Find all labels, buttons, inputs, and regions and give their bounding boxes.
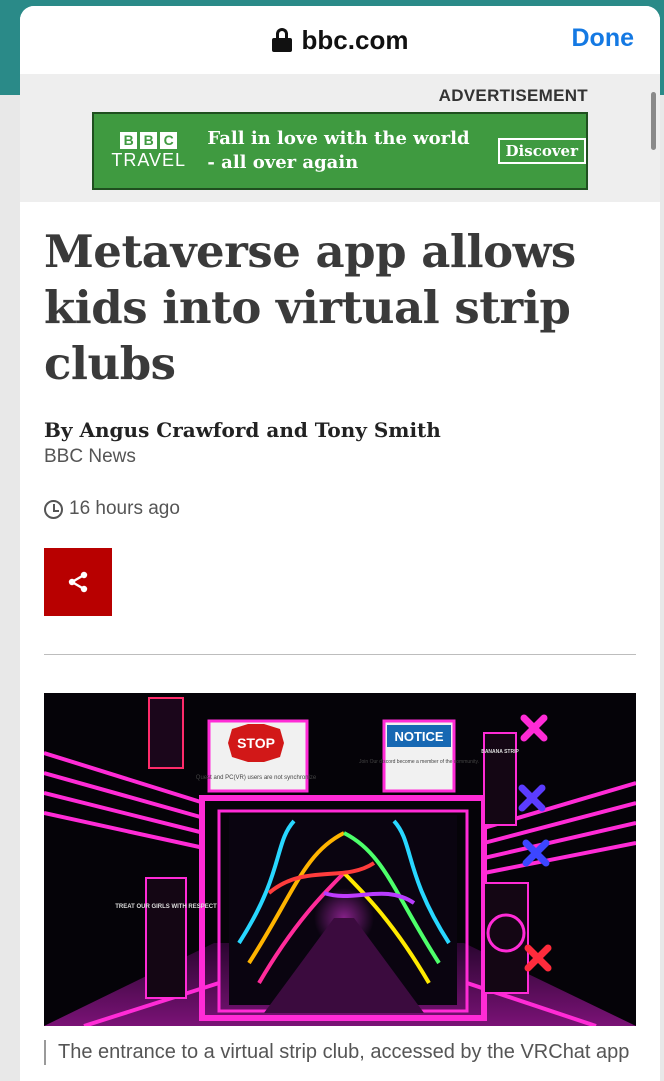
browser-sheet: bbc.com Done ADVERTISEMENT B B C TRAVEL … [20, 6, 660, 1081]
advertisement-area: ADVERTISEMENT B B C TRAVEL Fall in love … [20, 74, 660, 202]
background-page-left [0, 95, 20, 1081]
image-caption: The entrance to a virtual strip club, ac… [44, 1040, 636, 1065]
ad-banner[interactable]: B B C TRAVEL Fall in love with the world… [92, 112, 588, 190]
notice-sign-text: Join Our discord become a member of the … [359, 759, 479, 765]
virtual-club-entrance-image: STOP Quest and PC(VR) users are not sync… [44, 693, 636, 1026]
logo-letter: B [140, 131, 158, 149]
address-bar[interactable]: bbc.com [271, 24, 409, 56]
notice-sign-title: NOTICE [394, 729, 443, 744]
right-sign-text: BANANA STRIP [481, 749, 519, 755]
advertisement-label: ADVERTISEMENT [438, 86, 588, 105]
ad-tagline: Fall in love with the world - all over a… [207, 128, 470, 173]
logo-subtext: TRAVEL [111, 149, 187, 170]
done-button[interactable]: Done [572, 24, 635, 53]
source-label: BBC News [44, 446, 136, 467]
stop-sign-title: STOP [237, 735, 275, 751]
headline: Metaverse app allows kids into virtual s… [44, 225, 576, 390]
url-text: bbc.com [301, 24, 409, 55]
clock-icon [44, 499, 63, 519]
logo-letter: C [160, 131, 178, 149]
article: Metaverse app allows kids into virtual s… [20, 224, 660, 1065]
timestamp-text: 16 hours ago [69, 498, 180, 519]
timestamp: 16 hours ago [44, 498, 636, 520]
bbc-travel-logo: B B C TRAVEL [108, 131, 189, 171]
divider [44, 654, 636, 655]
browser-toolbar: bbc.com Done [20, 6, 660, 74]
discover-button[interactable]: Discover [497, 138, 586, 164]
article-image[interactable]: STOP Quest and PC(VR) users are not sync… [44, 693, 636, 1026]
stop-sign: STOP Quest and PC(VR) users are not sync… [196, 719, 317, 793]
byline: By Angus Crawford and Tony Smith [44, 418, 441, 442]
logo-letter: B [120, 131, 138, 149]
share-button[interactable] [44, 548, 112, 616]
scrollbar[interactable] [651, 92, 656, 150]
share-icon [68, 571, 88, 593]
left-sign-text: TREAT OUR GIRLS WITH RESPECT [115, 904, 217, 910]
stop-sign-text: Quest and PC(VR) users are not synchroni… [196, 775, 317, 781]
lock-icon [271, 28, 292, 52]
